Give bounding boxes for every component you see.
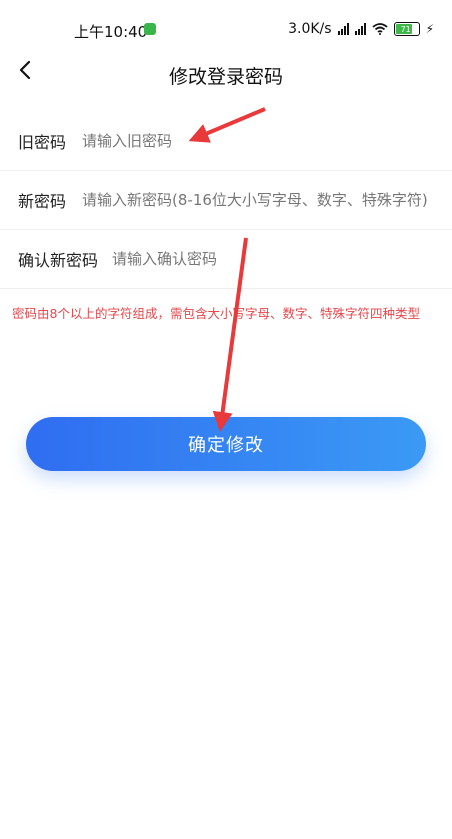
old-password-label: 旧密码 bbox=[18, 133, 67, 152]
confirm-password-label: 确认新密码 bbox=[18, 251, 99, 270]
status-right-group: 3.0K/s 71 ⚡ bbox=[288, 21, 434, 37]
status-time: 上午10:40 bbox=[74, 23, 148, 41]
wifi-icon bbox=[371, 23, 388, 35]
charging-icon: ⚡ bbox=[425, 22, 434, 36]
new-password-input[interactable] bbox=[80, 190, 430, 210]
signal-icon bbox=[337, 23, 349, 35]
confirm-modify-button[interactable]: 确定修改 bbox=[26, 417, 426, 471]
old-password-input[interactable] bbox=[80, 131, 430, 151]
new-password-label: 新密码 bbox=[18, 192, 67, 211]
battery-level: 71 bbox=[400, 24, 411, 34]
password-rule-hint: 密码由8个以上的字符组成，需包含大小写字母、数字、特殊字符四种类型 bbox=[12, 306, 420, 321]
signal-icon-2 bbox=[354, 23, 366, 35]
confirm-password-row: 确认新密码 bbox=[0, 230, 452, 289]
network-speed: 3.0K/s bbox=[288, 21, 332, 37]
confirm-password-input[interactable] bbox=[110, 249, 430, 269]
page-title: 修改登录密码 bbox=[168, 66, 283, 88]
status-bar: 上午10:40 3.0K/s 71 ⚡ bbox=[0, 0, 452, 41]
nav-bar: 修改登录密码 bbox=[0, 48, 452, 96]
old-password-row: 旧密码 bbox=[0, 112, 452, 171]
new-password-row: 新密码 bbox=[0, 171, 452, 230]
notification-app-icon bbox=[144, 23, 156, 35]
battery-icon: 71 bbox=[393, 22, 420, 36]
